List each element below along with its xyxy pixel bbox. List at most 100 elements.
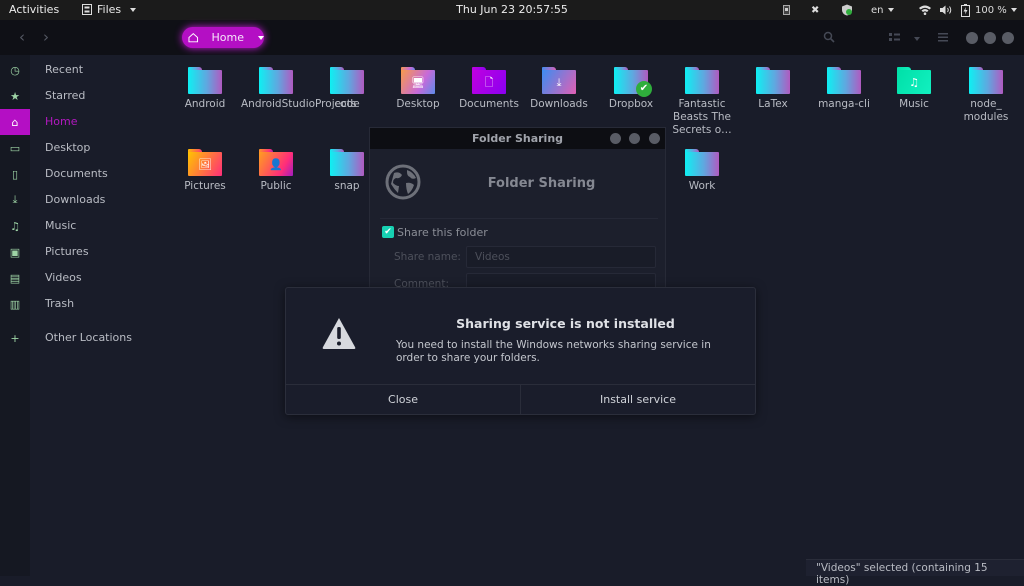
home-icon (188, 33, 199, 43)
menu-icon[interactable] (938, 33, 948, 42)
view-toggle-icon[interactable] (889, 33, 900, 42)
folder-name: manga-cli (818, 98, 870, 110)
folder-icon (330, 67, 364, 94)
forward-button[interactable]: › (37, 28, 55, 46)
sidebar-item-other-locations[interactable]: + Other Locations (0, 325, 168, 351)
language-menu[interactable]: en (871, 2, 894, 18)
folder-item[interactable]: Android (170, 55, 240, 111)
sidebar-item-trash[interactable]: ▥ Trash (0, 291, 168, 317)
folder-item[interactable]: ⤓ Downloads (524, 55, 594, 111)
path-bar-home-button[interactable]: Home (182, 27, 264, 48)
sidebar-item-music[interactable]: ♫ Music (0, 213, 168, 239)
maximize-button[interactable] (984, 32, 996, 44)
close-window-button[interactable] (1002, 32, 1014, 44)
minimize-button[interactable] (966, 32, 978, 44)
sidebar-item-label: Recent (45, 63, 84, 76)
sidebar-item-label: Downloads (45, 193, 106, 206)
picture-icon: ▣ (9, 245, 21, 259)
tray-window-icon[interactable] (783, 2, 790, 18)
clock[interactable]: Thu Jun 23 20:57:55 (456, 3, 568, 16)
alert-title: Sharing service is not installed (456, 316, 675, 331)
video-icon: ▤ (9, 271, 21, 285)
volume-icon[interactable] (940, 2, 952, 18)
folder-name: Music (899, 98, 929, 110)
wifi-icon[interactable] (919, 2, 931, 18)
install-service-button[interactable]: Install service (520, 385, 755, 414)
chevron-down-icon (1010, 8, 1017, 12)
sidebar-item-videos[interactable]: ▤ Videos (0, 265, 168, 291)
folder-icon: ♫ (897, 67, 931, 94)
sidebar-item-downloads[interactable]: ⤓ Downloads (0, 187, 168, 213)
folder-item[interactable]: ✔ Dropbox (596, 55, 666, 111)
trash-icon: ▥ (9, 297, 21, 311)
download-icon: ⤓ (12, 193, 18, 206)
dialog-maximize-button[interactable] (629, 133, 640, 144)
sidebar-item-pictures[interactable]: ▣ Pictures (0, 239, 168, 265)
folder-name: node_ modules (963, 98, 1009, 123)
app-menu[interactable]: Files (82, 3, 137, 16)
sidebar-item-label: Home (45, 115, 78, 128)
sync-check-icon: ✔ (636, 81, 652, 97)
folder-item[interactable]: 🗋 Documents (454, 55, 524, 111)
folder-name: Dropbox (608, 98, 654, 110)
plus-icon: + (10, 331, 20, 345)
folder-icon (188, 67, 222, 94)
folder-name: Pictures (184, 180, 226, 192)
folder-name: Documents (459, 98, 519, 110)
status-bar: "Videos" selected (containing 15 items) (806, 559, 1024, 586)
folder-item[interactable]: manga-cli (809, 55, 879, 111)
chevron-down-icon (258, 35, 264, 40)
shield-tray-icon[interactable] (841, 2, 853, 18)
view-options-chevron-icon[interactable] (914, 37, 920, 41)
sidebar-item-label: Desktop (45, 141, 91, 154)
dialog-close-button[interactable] (649, 133, 660, 144)
folder-item[interactable]: ♫ Music (879, 55, 949, 111)
sidebar-item-label: Other Locations (45, 331, 132, 344)
battery-menu[interactable]: 100 % (961, 2, 1017, 18)
folder-item[interactable]: Work (667, 137, 737, 193)
folder-icon (969, 67, 1003, 94)
folder-item[interactable]: code (312, 55, 382, 111)
folder-item[interactable]: 🖼 Pictures (170, 137, 240, 193)
share-name-label: Share name: (394, 251, 461, 263)
folder-name: Downloads (530, 98, 588, 110)
back-button[interactable]: ‹ (13, 28, 31, 46)
dropbox-tray-icon[interactable]: ✖ (811, 2, 819, 18)
divider (380, 218, 658, 219)
share-name-input[interactable]: Videos (466, 246, 656, 268)
sidebar-item-label: Videos (45, 271, 82, 284)
folder-name: AndroidStudioProjects (241, 98, 357, 110)
sidebar: ◷ Recent ★ Starred ⌂ Home ▭ Desktop ▯ Documents ⤓ D… (0, 55, 168, 576)
close-button[interactable]: Close (286, 385, 520, 414)
folder-item[interactable]: LaTex (738, 55, 808, 111)
folder-item[interactable]: AndroidStudioProjects (241, 55, 357, 111)
folder-emblem-icon: 🗋 (484, 75, 494, 89)
clock-icon: ◷ (10, 63, 20, 77)
folder-name: Android (184, 98, 226, 110)
sidebar-item-label: Documents (45, 167, 108, 180)
folder-item[interactable]: Fantastic Beasts The Secrets o… (667, 55, 737, 137)
folder-item[interactable]: 👤 Public (241, 137, 311, 193)
folder-icon (827, 67, 861, 94)
folder-item[interactable]: node_ modules (951, 55, 1021, 124)
sidebar-item-documents[interactable]: ▯ Documents (0, 161, 168, 187)
folder-name: code (334, 98, 360, 110)
sidebar-item-label: Pictures (45, 245, 89, 258)
sidebar-item-starred[interactable]: ★ Starred (0, 83, 168, 109)
share-folder-checkbox[interactable]: ✔ (382, 226, 394, 238)
sidebar-item-home[interactable]: ⌂ Home (0, 109, 168, 135)
sidebar-item-recent[interactable]: ◷ Recent (0, 57, 168, 83)
search-icon[interactable] (823, 31, 835, 43)
sidebar-item-desktop[interactable]: ▭ Desktop (0, 135, 168, 161)
top-bar: Activities Files Thu Jun 23 20:57:55 ✖ e… (0, 0, 1024, 20)
folder-icon (685, 149, 719, 176)
folder-icon: 🖼 (188, 149, 222, 176)
folder-name: Fantastic Beasts The Secrets o… (672, 98, 732, 136)
folder-icon: ✔ (614, 67, 652, 97)
dialog-minimize-button[interactable] (610, 133, 621, 144)
activities-button[interactable]: Activities (9, 3, 59, 16)
folder-item[interactable]: 🖥 Desktop (383, 55, 453, 111)
folder-icon (685, 67, 719, 94)
desktop-icon: ▭ (9, 141, 21, 155)
folder-name: Public (260, 180, 292, 192)
